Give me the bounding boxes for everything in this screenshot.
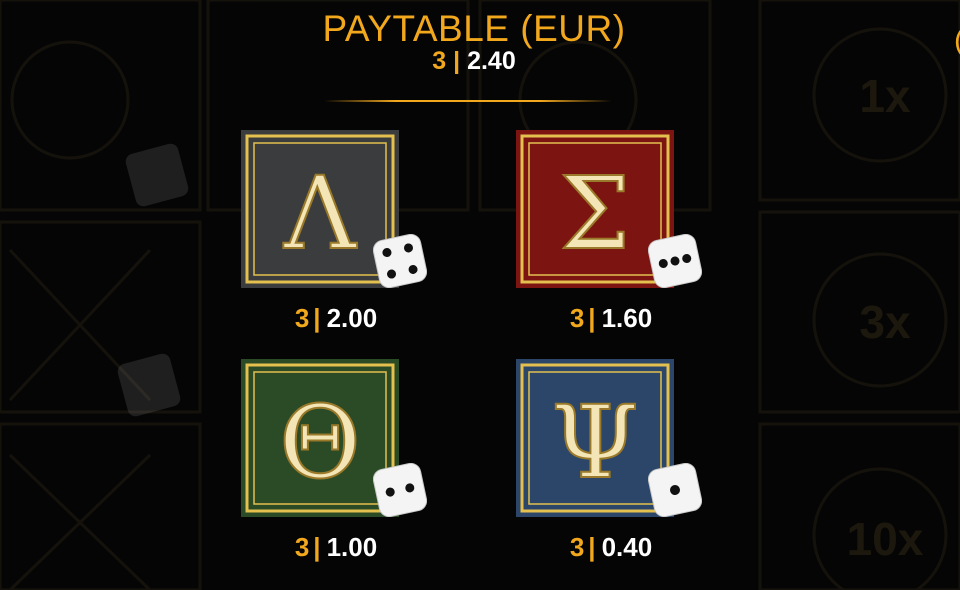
payout-count: 3 [569,303,585,333]
edge-fragment: ( [954,24,960,58]
payout-separator: | [313,303,321,333]
dice-four-icon [373,234,427,288]
symbol-glyph: Σ [560,155,631,272]
symbol-payout-sigma: 3 | 1.60 [531,303,691,334]
bg-multiplier-10x: 10x [847,513,924,565]
scrolled-payout-row: 3 | 2.40 [0,48,948,74]
bg-multiplier-1x: 1x [859,70,911,122]
scrolled-value: 2.40 [467,48,516,74]
payout-separator: | [588,303,596,333]
title-divider [324,100,612,102]
symbol-card-psi: Ψ [516,359,702,517]
dice-three-icon [648,234,702,288]
payout-value: 1.00 [326,532,378,562]
scrolled-separator: | [453,48,461,74]
payout-separator: | [588,532,596,562]
symbol-glyph: Λ [283,155,358,272]
symbol-payout-lambda: 3 | 2.00 [256,303,416,334]
symbol-glyph: Θ [279,384,361,501]
symbol-payout-theta: 3 | 1.00 [256,532,416,563]
payout-count: 3 [294,532,310,562]
symbol-glyph: Ψ [551,384,639,501]
symbol-card-lambda: Λ [241,130,427,288]
payout-separator: | [313,532,321,562]
scrolled-count: 3 [432,48,447,74]
payout-value: 0.40 [601,532,653,562]
payout-count: 3 [569,532,585,562]
payout-value: 2.00 [326,303,378,333]
bg-reel-cell [0,422,202,590]
bg-reel-cell [758,422,960,590]
payout-count: 3 [294,303,310,333]
bg-multiplier-3x: 3x [859,296,911,348]
paytable-title: PAYTABLE (EUR) [322,8,626,49]
dice-two-icon [373,463,427,517]
symbol-card-sigma: Σ [516,130,702,288]
symbol-card-theta: Θ [241,359,427,517]
bg-crossed-swords [8,453,152,590]
symbol-payout-psi: 3 | 0.40 [531,532,691,563]
background-reels: 1x 3x 10x [0,0,960,590]
payout-value: 1.60 [601,303,653,333]
bg-dice-icon [117,353,181,417]
dice-one-icon [648,463,702,517]
bg-dice-icon [125,143,189,207]
